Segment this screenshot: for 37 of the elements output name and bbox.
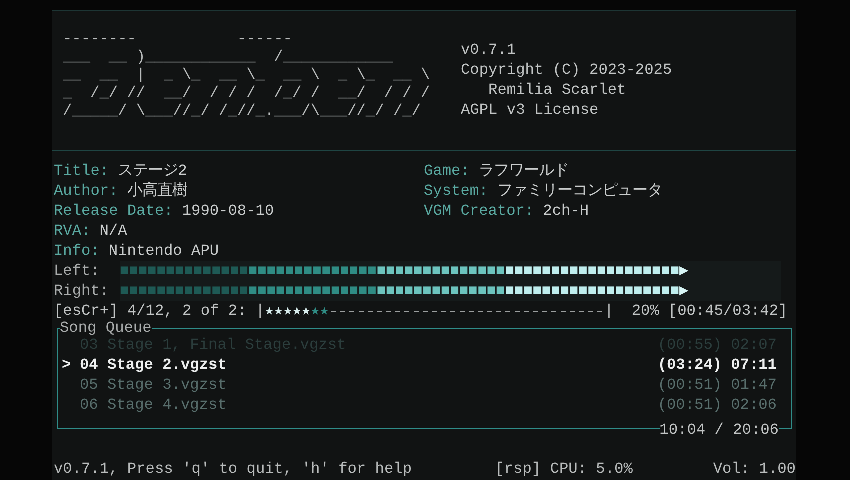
field-value: ラフワールド bbox=[478, 162, 569, 180]
meter-label: Right: bbox=[54, 281, 110, 301]
field-value: ステージ2 bbox=[118, 162, 188, 180]
field-value: N/A bbox=[100, 222, 128, 240]
field-value: ファミリーコンピュータ bbox=[497, 182, 662, 200]
field-label: Title: bbox=[54, 162, 110, 180]
queue-item[interactable]: 05 Stage 3.vgzst (00:51) 01:47 bbox=[58, 375, 791, 395]
field-value: 小高直樹 bbox=[127, 182, 188, 200]
field-value: Nintendo APU bbox=[108, 242, 220, 260]
field-value: 1990-08-10 bbox=[182, 202, 274, 220]
cpu-usage: [rsp] CPU: 5.0% bbox=[495, 459, 634, 479]
queue-item[interactable]: > 04 Stage 2.vgzst (03:24) 07:11 bbox=[58, 355, 791, 375]
bar-delimiter: | bbox=[604, 301, 614, 321]
about-text: v0.7.1 bbox=[461, 40, 518, 60]
ascii-art-logo: -------- ------ ___ __ )____________ /____________ __ __ | _ \_ __ \_ __ \ _ \_ __ \ _ /_/ // __/ / / / /_/ / __/ / / / /_____/ \___//_/ /_//_.___/\___//_/ /_/ bbox=[62, 29, 432, 122]
track-position: [esCr+] 4/12, 2 of 2: bbox=[54, 301, 247, 321]
field-label: Info: bbox=[54, 242, 100, 260]
about-text: Remilia Scarlet bbox=[488, 80, 628, 100]
about-text: AGPL v3 License bbox=[461, 100, 600, 120]
bar-delimiter: | bbox=[256, 301, 265, 321]
field-value: 2ch-H bbox=[543, 202, 590, 220]
volume-level: Vol: 1.00 bbox=[713, 459, 796, 479]
field-label: Author: bbox=[54, 182, 118, 200]
field-label: RVA: bbox=[54, 222, 91, 240]
level-meter-fill: ■■■■■■■■■■■■■■■■■■■■■■■■■■■■■■■■■■■■■■■■■■■■■■■■■■■■■■■■■■■■■▶ bbox=[120, 261, 690, 281]
elapsed-time: [00:45/03:42] bbox=[668, 301, 788, 321]
panel-title: Song Queue bbox=[60, 321, 152, 335]
field-label: Release Date: bbox=[54, 202, 174, 220]
progress-percent: 20% bbox=[632, 301, 660, 321]
level-meter-fill: ■■■■■■■■■■■■■■■■■■■■■■■■■■■■■■■■■■■■■■■■■■■■■■■■■■■■■■■■■■■■■▶ bbox=[120, 281, 690, 301]
status-help-text: v0.7.1, Press 'q' to quit, 'h' for help bbox=[54, 459, 414, 479]
queue-item[interactable]: 06 Stage 4.vgzst (00:51) 02:06 bbox=[58, 395, 791, 415]
field-label: Game: bbox=[424, 162, 470, 180]
field-label: System: bbox=[424, 182, 488, 200]
field-label: VGM Creator: bbox=[424, 202, 534, 220]
meter-label: Left: bbox=[54, 261, 101, 281]
about-text: Copyright (C) 2023-2025 bbox=[461, 60, 672, 80]
